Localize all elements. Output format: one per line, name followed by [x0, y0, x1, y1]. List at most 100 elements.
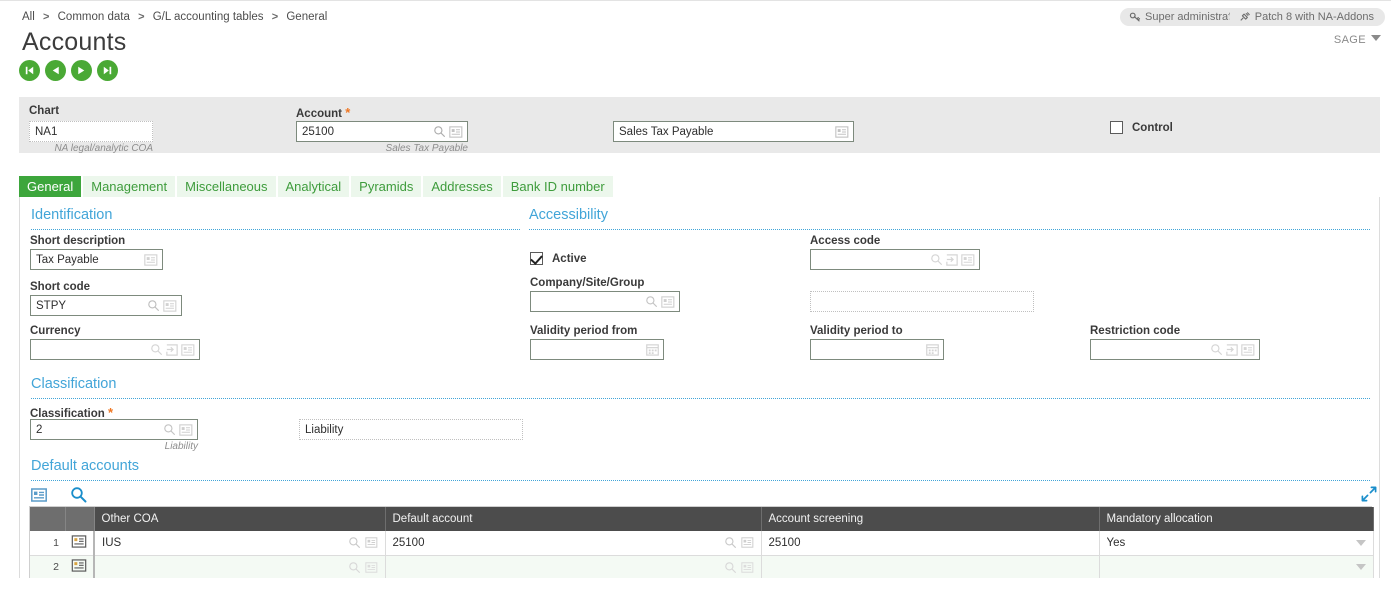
row-actions-button[interactable]	[65, 531, 94, 555]
tab-bank-id-number[interactable]: Bank ID number	[503, 176, 613, 197]
cell-account-screening[interactable]: 25100	[761, 531, 1099, 555]
chevron-down-icon[interactable]	[1356, 540, 1366, 546]
section-rule-classification	[31, 398, 1370, 399]
brand-menu[interactable]: SAGE	[1334, 34, 1381, 46]
account-field[interactable]: 25100	[296, 121, 468, 142]
classification-description-field: Liability	[299, 419, 523, 440]
selection-list-icon[interactable]	[961, 254, 975, 266]
table-row[interactable]: 1 IUS 25100	[30, 531, 1373, 555]
search-icon[interactable]	[163, 423, 176, 436]
selection-list-icon[interactable]	[365, 562, 378, 573]
selection-list-icon[interactable]	[835, 126, 849, 138]
cell-default-account-icons	[724, 561, 754, 574]
first-record-button[interactable]	[19, 60, 40, 81]
cell-default-account[interactable]: 25100	[385, 531, 761, 555]
breadcrumb-item-common-data[interactable]: Common data	[58, 11, 130, 23]
tunnel-icon[interactable]	[946, 254, 958, 266]
tab-pyramids[interactable]: Pyramids	[351, 176, 421, 197]
search-icon[interactable]	[930, 253, 943, 266]
account-description-icons	[835, 126, 851, 138]
search-icon[interactable]	[147, 299, 160, 312]
selection-list-icon[interactable]	[144, 254, 158, 266]
account-description-value: Sales Tax Payable	[619, 126, 835, 138]
cell-account-screening[interactable]	[761, 555, 1099, 579]
short-code-field[interactable]: STPY	[30, 295, 182, 316]
section-rule-default-accounts	[31, 480, 1370, 481]
active-checkbox-row[interactable]: Active	[530, 252, 587, 265]
selection-list-icon[interactable]	[181, 344, 195, 356]
selection-list-icon[interactable]	[449, 126, 463, 138]
currency-field[interactable]	[30, 339, 200, 360]
chart-field[interactable]: NA1	[29, 121, 153, 142]
required-marker: *	[108, 405, 113, 420]
search-icon[interactable]	[70, 486, 87, 503]
cell-other-coa[interactable]	[94, 555, 385, 579]
selection-list-icon[interactable]	[1241, 344, 1255, 356]
account-description-field[interactable]: Sales Tax Payable	[613, 121, 854, 142]
grid-actions-icon[interactable]	[31, 486, 47, 503]
classification-value: 2	[36, 424, 163, 436]
search-icon[interactable]	[348, 561, 361, 574]
company-site-group-field[interactable]	[530, 291, 680, 312]
tunnel-icon[interactable]	[166, 344, 178, 356]
search-icon[interactable]	[348, 536, 361, 549]
grid-toolbar	[31, 486, 87, 503]
selection-list-icon[interactable]	[741, 562, 754, 573]
tab-miscellaneous[interactable]: Miscellaneous	[177, 176, 275, 197]
selection-list-icon[interactable]	[163, 300, 177, 312]
calendar-icon[interactable]	[926, 343, 939, 356]
selection-list-icon[interactable]	[179, 424, 193, 436]
account-label-text: Account	[296, 108, 342, 120]
search-icon[interactable]	[433, 125, 446, 138]
validity-period-to-field[interactable]	[810, 339, 944, 360]
restriction-code-label: Restriction code	[1090, 325, 1180, 337]
tab-addresses[interactable]: Addresses	[423, 176, 500, 197]
tab-management[interactable]: Management	[83, 176, 175, 197]
column-header-account-screening[interactable]: Account screening	[761, 507, 1099, 531]
expand-icon[interactable]	[1361, 486, 1377, 505]
column-header-other-coa[interactable]: Other COA	[94, 507, 385, 531]
active-label: Active	[552, 253, 587, 265]
search-icon[interactable]	[1210, 343, 1223, 356]
column-header-default-account[interactable]: Default account	[385, 507, 761, 531]
cell-mandatory-allocation[interactable]	[1099, 555, 1373, 579]
breadcrumb-item-general[interactable]: General	[286, 11, 327, 23]
classification-field[interactable]: 2	[30, 419, 198, 440]
currency-icons	[150, 343, 197, 356]
column-header-mandatory-allocation[interactable]: Mandatory allocation	[1099, 507, 1373, 531]
cell-other-coa[interactable]: IUS	[94, 531, 385, 555]
patch-version-label: Patch 8 with NA-Addons	[1255, 8, 1374, 26]
chart-value: NA1	[35, 126, 150, 138]
active-checkbox[interactable]	[530, 252, 543, 265]
last-record-button[interactable]	[97, 60, 118, 81]
calendar-icon[interactable]	[646, 343, 659, 356]
search-icon[interactable]	[724, 561, 737, 574]
chart-label: Chart	[29, 105, 59, 117]
restriction-code-field[interactable]	[1090, 339, 1260, 360]
tunnel-icon[interactable]	[1226, 344, 1238, 356]
tab-analytical[interactable]: Analytical	[278, 176, 350, 197]
account-field-icons	[433, 125, 465, 138]
cell-default-account[interactable]	[385, 555, 761, 579]
control-checkbox-row[interactable]: Control	[1110, 121, 1173, 134]
selection-list-icon[interactable]	[741, 537, 754, 548]
breadcrumb-item-gl-accounting-tables[interactable]: G/L accounting tables	[153, 11, 264, 23]
control-checkbox[interactable]	[1110, 121, 1123, 134]
search-icon[interactable]	[150, 343, 163, 356]
tab-general[interactable]: General	[19, 176, 81, 197]
row-actions-button[interactable]	[65, 555, 94, 579]
patch-version-badge[interactable]: Patch 8 with NA-Addons	[1229, 8, 1385, 26]
search-icon[interactable]	[645, 295, 658, 308]
previous-record-button[interactable]	[45, 60, 66, 81]
search-icon[interactable]	[724, 536, 737, 549]
selection-list-icon[interactable]	[365, 537, 378, 548]
cell-mandatory-allocation[interactable]: Yes	[1099, 531, 1373, 555]
access-code-field[interactable]	[810, 249, 980, 270]
table-row[interactable]: 2	[30, 555, 1373, 579]
chevron-down-icon[interactable]	[1356, 564, 1366, 570]
selection-list-icon[interactable]	[661, 296, 675, 308]
short-description-field[interactable]: Tax Payable	[30, 249, 163, 270]
next-record-button[interactable]	[71, 60, 92, 81]
breadcrumb-item-all[interactable]: All	[22, 11, 35, 23]
validity-period-from-field[interactable]	[530, 339, 664, 360]
